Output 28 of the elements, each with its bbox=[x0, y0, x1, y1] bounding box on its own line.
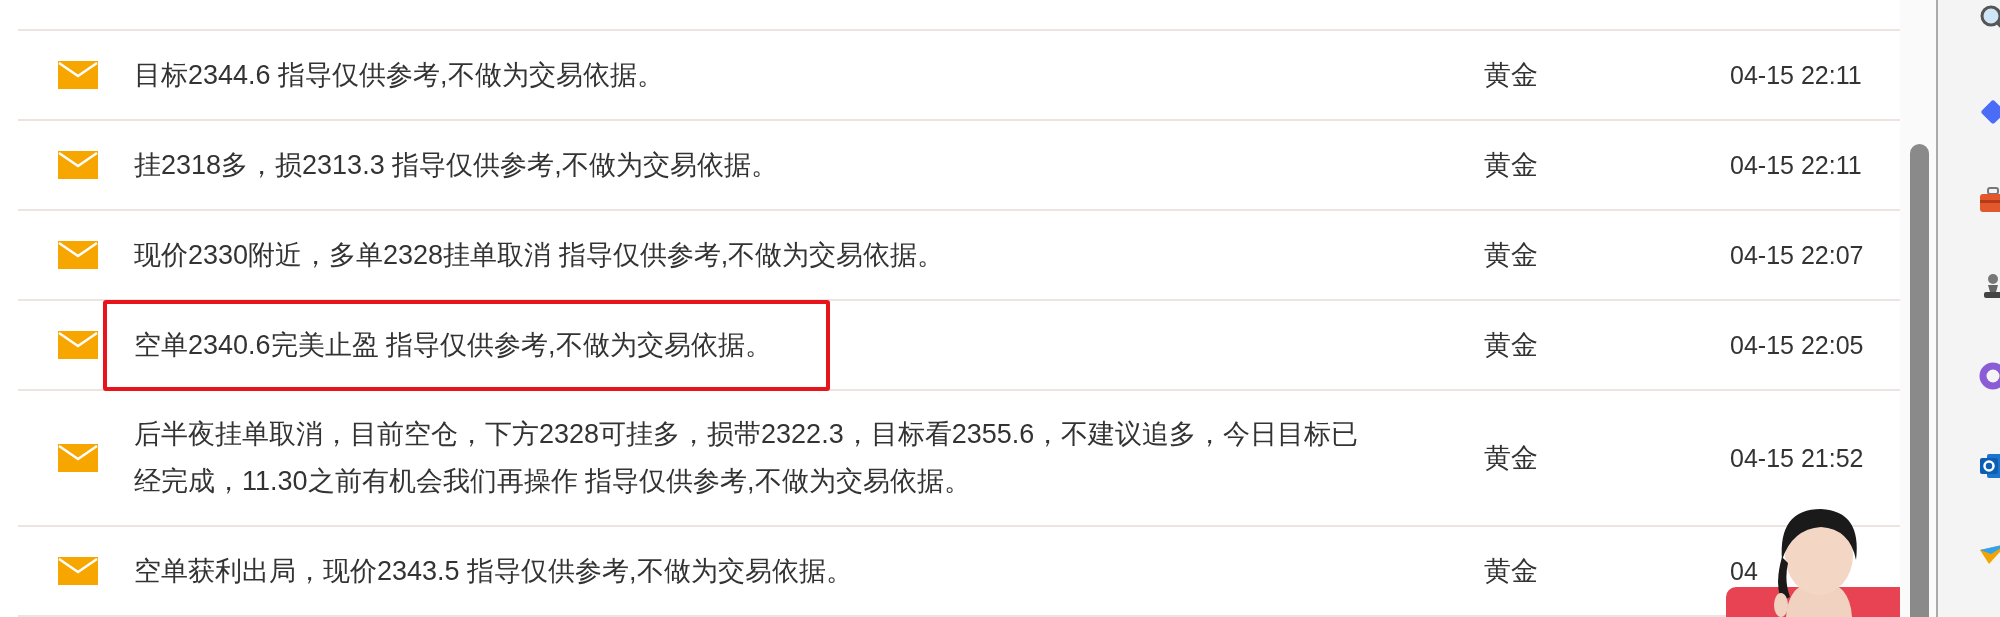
publish-time: 04-15 22:11 bbox=[1730, 60, 1862, 89]
publish-time: 04-15 22:05 bbox=[1730, 330, 1864, 359]
scrollbar-thumb[interactable] bbox=[1910, 144, 1929, 617]
envelope-icon bbox=[58, 61, 98, 89]
envelope-icon bbox=[58, 444, 98, 472]
publish-time: 04-15 21:52 bbox=[1730, 443, 1864, 472]
mail-app-icon[interactable] bbox=[1979, 452, 2000, 480]
envelope-icon bbox=[58, 331, 98, 359]
envelope-icon bbox=[58, 241, 98, 269]
variety-cell: 黄金 bbox=[1484, 60, 1538, 90]
message-title[interactable]: 现价2330附近，多单2328挂单取消 指导仅供参考,不做为交易依据。 bbox=[134, 231, 945, 279]
variety-cell: 黄金 bbox=[1484, 150, 1538, 180]
loop-icon[interactable] bbox=[1979, 362, 2000, 390]
variety-cell: 黄金 bbox=[1484, 240, 1538, 270]
publish-time: 04-15 22:07 bbox=[1730, 240, 1864, 269]
envelope-icon bbox=[58, 557, 98, 585]
message-title[interactable]: 空单获利出局，现价2343.5 指导仅供参考,不做为交易依据。 bbox=[134, 547, 853, 595]
message-title[interactable]: 后半夜挂单取消，目前空仓，下方2328可挂多，损带2322.3，目标看2355.6，不建议追多，今日目标已经完成，11.30之前有机会我们再操作 指导仅供参考,不做为交易依据。 bbox=[134, 411, 1359, 505]
variety-cell: 黄金 bbox=[1484, 443, 1538, 473]
toolbox-icon[interactable] bbox=[1979, 186, 2000, 214]
variety-cell: 黄金 bbox=[1484, 556, 1538, 586]
message-title[interactable]: 目标2344.6 指导仅供参考,不做为交易依据。 bbox=[134, 51, 664, 99]
envelope-icon bbox=[58, 151, 98, 179]
message-title[interactable]: 空单2340.6完美止盈 指导仅供参考,不做为交易依据。 bbox=[134, 321, 772, 369]
message-title[interactable]: 挂2318多，损2313.3 指导仅供参考,不做为交易依据。 bbox=[134, 141, 778, 189]
variety-cell: 黄金 bbox=[1484, 330, 1538, 360]
publish-time: 04-15 22:11 bbox=[1730, 150, 1862, 179]
publish-time: 04 bbox=[1730, 556, 1758, 585]
